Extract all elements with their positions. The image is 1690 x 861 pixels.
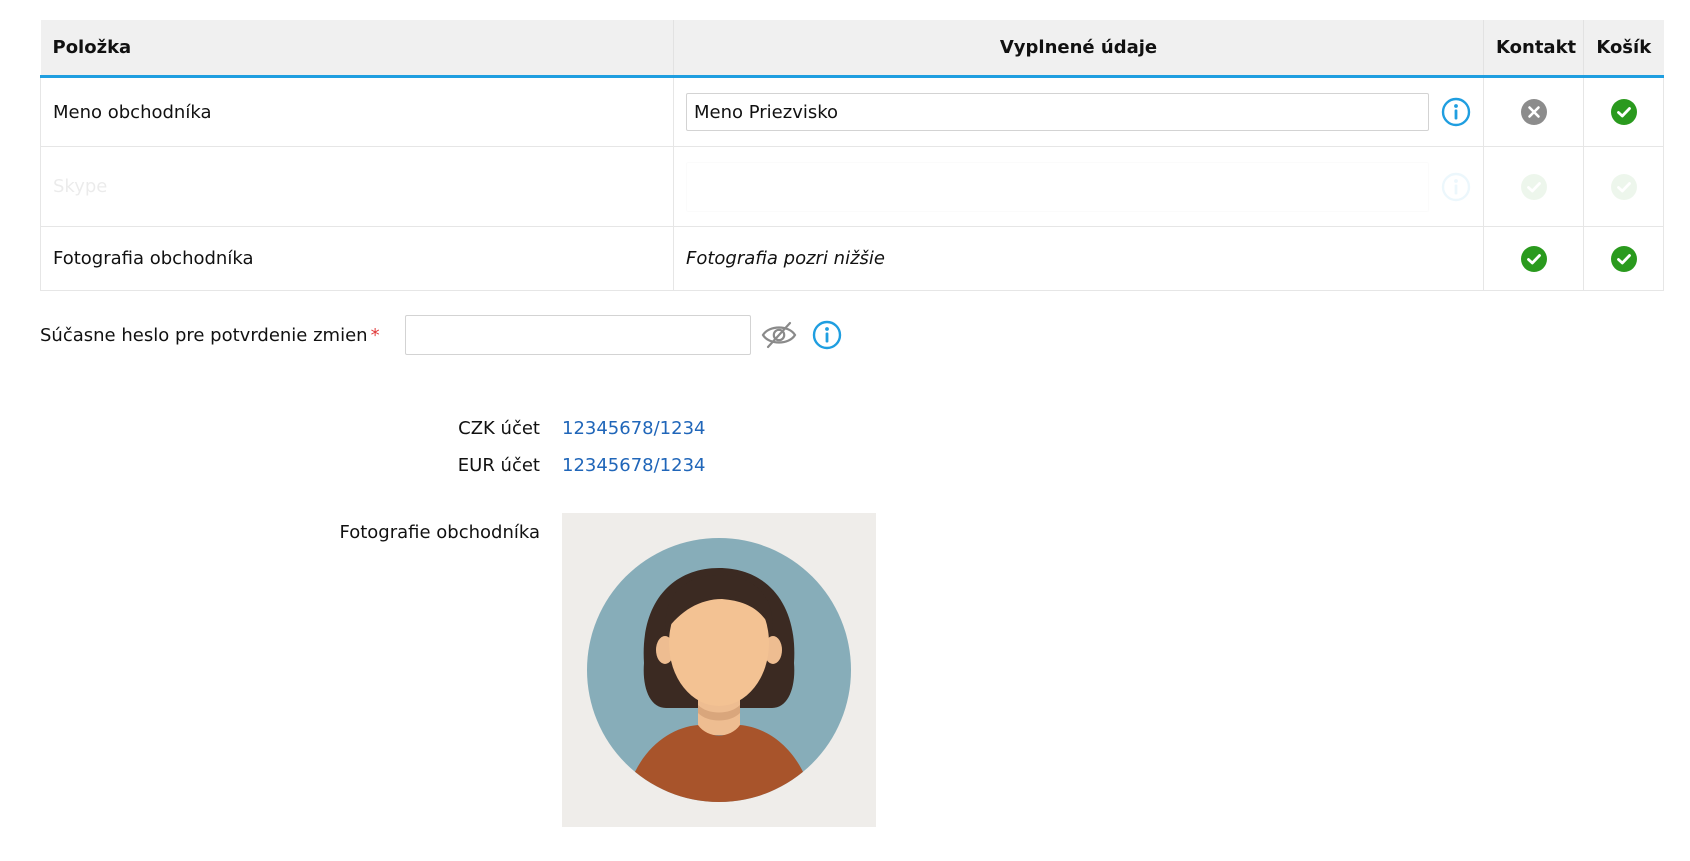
check-circle-icon: [1610, 99, 1637, 125]
czk-account-link[interactable]: 12345678/1234: [562, 418, 706, 439]
table-header: Položka Vyplnené údaje Kontakt Košík: [40, 20, 1664, 78]
required-mark: *: [370, 324, 380, 346]
table-row: Meno obchodníka: [40, 76, 1664, 147]
check-circle-icon: [1520, 245, 1547, 272]
cart-status-cell: [1583, 226, 1664, 291]
czk-account-label: CZK účet: [458, 418, 540, 439]
password-row: Súčasne heslo pre potvrdenie zmien *: [40, 315, 842, 355]
header-cart: Košík: [1583, 20, 1664, 78]
czk-account-row: CZK účet: [40, 418, 540, 446]
check-circle-icon: [1520, 173, 1547, 200]
check-circle-icon: [1610, 245, 1637, 272]
merchant-info-table: Položka Vyplnené údaje Kontakt Košík Men…: [40, 20, 1664, 291]
contact-status-cell: [1483, 226, 1584, 291]
table-row: Fotografia obchodníka Fotografia pozri n…: [40, 226, 1664, 291]
value-wrap: [686, 93, 1471, 131]
password-input[interactable]: [404, 315, 751, 355]
merchant-name-input[interactable]: [686, 93, 1429, 131]
eye-slash-icon[interactable]: [760, 319, 798, 351]
info-icon[interactable]: [1441, 97, 1471, 127]
header-value: Vyplnené údaje: [673, 20, 1484, 78]
eur-account-row: EUR účet: [40, 455, 540, 483]
cart-status-cell: [1583, 146, 1664, 227]
contact-status-cell: [1483, 76, 1584, 147]
row-label: Meno obchodníka: [40, 76, 674, 147]
merchant-photo: [562, 513, 876, 827]
row-value-text: Fotografia pozri nižšie: [673, 226, 1484, 291]
info-icon[interactable]: [1441, 172, 1471, 202]
info-icon[interactable]: [812, 320, 842, 350]
table-row: Skype: [40, 146, 1664, 227]
contact-status-cell: [1483, 146, 1584, 227]
cart-status-cell: [1583, 76, 1664, 147]
row-label: Skype: [40, 146, 674, 227]
photo-row: Fotografie obchodníka: [40, 522, 540, 550]
check-circle-icon: [1610, 173, 1637, 200]
header-item: Položka: [40, 20, 674, 78]
avatar: [587, 538, 851, 802]
eur-account-label: EUR účet: [457, 455, 540, 476]
x-circle-icon: [1520, 99, 1547, 125]
row-value-cell: [673, 76, 1484, 147]
value-wrap: [686, 161, 1471, 212]
eur-account-link[interactable]: 12345678/1234: [562, 455, 706, 476]
row-label: Fotografia obchodníka: [40, 226, 674, 291]
password-label: Súčasne heslo pre potvrdenie zmien: [40, 324, 368, 346]
skype-input[interactable]: [686, 161, 1429, 212]
row-value-cell: [673, 146, 1484, 227]
header-contact: Kontakt: [1483, 20, 1584, 78]
photo-label: Fotografie obchodníka: [339, 522, 540, 543]
